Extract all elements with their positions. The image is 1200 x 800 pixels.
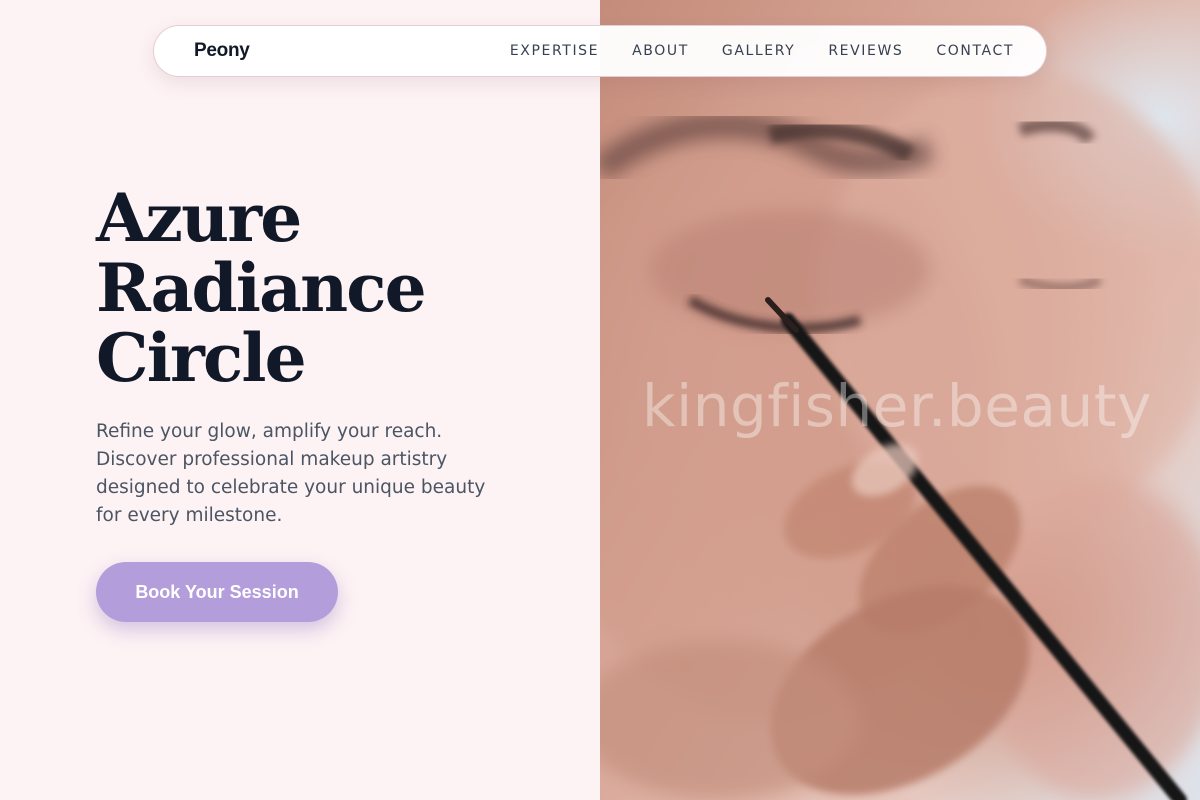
hero-subtitle: Refine your glow, amplify your reach. Di… xyxy=(96,421,486,526)
hero-title-line: Circle xyxy=(96,319,307,397)
nav-link-expertise[interactable]: EXPERTISE xyxy=(510,43,599,59)
hero-title-line: Radiance xyxy=(96,249,427,327)
hero-image: kingfisher.beauty xyxy=(600,0,1200,800)
nav-link-gallery[interactable]: GALLERY xyxy=(722,43,795,59)
nav-links: EXPERTISE ABOUT GALLERY REVIEWS CONTACT xyxy=(510,42,1014,60)
nav-link-reviews[interactable]: REVIEWS xyxy=(828,43,903,59)
nav-link-contact[interactable]: CONTACT xyxy=(936,43,1014,59)
nav-link-about[interactable]: ABOUT xyxy=(632,43,689,59)
book-session-button[interactable]: Book Your Session xyxy=(96,562,338,622)
brand-logo[interactable]: Peony xyxy=(194,40,250,62)
hero-title-line: Azure xyxy=(96,179,302,257)
watermark-text: kingfisher.beauty xyxy=(642,372,1152,440)
navbar: Peony EXPERTISE ABOUT GALLERY REVIEWS CO… xyxy=(153,25,1047,77)
hero-title: Azure Radiance Circle xyxy=(96,183,576,393)
